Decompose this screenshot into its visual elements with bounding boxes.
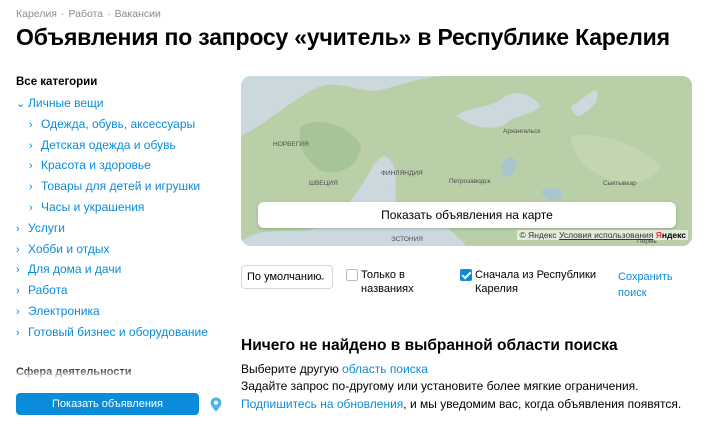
breadcrumb-separator: ·: [60, 8, 65, 20]
chevron-down-icon: ⌄: [318, 272, 326, 282]
empty-hint-line1: Выберите другую область поиска: [241, 362, 428, 376]
chevron-right-icon: ›: [16, 243, 20, 256]
category-rabota[interactable]: › Работа: [16, 283, 226, 304]
map-label-syktyvkar: Сыктывкар: [603, 180, 637, 187]
chevron-right-icon: ›: [29, 201, 33, 214]
category-chasy[interactable]: › Часы и украшения: [16, 200, 226, 221]
page-title: Объявления по запросу «учитель» в Респуб…: [16, 24, 670, 50]
region-first-line2: Карелия: [475, 283, 518, 295]
map-terms-link[interactable]: Условия использования: [559, 230, 653, 240]
category-detskaya-odezhda[interactable]: › Детская одежда и обувь: [16, 138, 226, 159]
sidebar-heading[interactable]: Все категории: [16, 76, 226, 90]
breadcrumb-item-karelia[interactable]: Карелия: [16, 8, 57, 20]
chevron-right-icon: ›: [16, 285, 20, 298]
chevron-right-icon: ›: [29, 160, 33, 173]
breadcrumb-separator: ·: [107, 8, 111, 20]
yandex-logo-rest: ндекс: [661, 230, 686, 240]
empty-hint-prefix: Выберите другую: [241, 362, 343, 376]
empty-hint-line3: Подпишитесь на обновления, и мы уведомим…: [241, 397, 681, 411]
map-label-sweden: ШВЕЦИЯ: [309, 180, 338, 187]
category-dlya-doma[interactable]: › Для дома и дачи: [16, 262, 226, 283]
category-label: Часы и украшения: [41, 199, 145, 214]
sort-select[interactable]: По умолчанию ⌄: [241, 265, 333, 289]
empty-results-title: Ничего не найдено в выбранной области по…: [241, 337, 618, 354]
category-label: Одежда, обувь, аксессуары: [41, 116, 196, 131]
map-attribution: © Яндекс Условия использования Яндекс: [517, 230, 688, 240]
category-label: Услуги: [28, 220, 65, 235]
breadcrumb: Карелия · Работа · Вакансии: [16, 8, 161, 20]
chevron-right-icon: ›: [29, 118, 33, 131]
map-label-petrozavodsk: Петрозаводск: [449, 178, 491, 185]
region-first-checkbox[interactable]: [460, 269, 472, 281]
region-first-line1: Сначала из Республики: [475, 269, 596, 281]
subscribe-link[interactable]: Подпишитесь на обновления: [241, 397, 403, 411]
category-uslugi[interactable]: › Услуги: [16, 221, 226, 242]
map-label-norway: НОРВЕГИЯ: [273, 141, 309, 148]
titles-only-line2: названиях: [361, 283, 414, 295]
breadcrumb-item-rabota[interactable]: Работа: [68, 8, 103, 20]
chevron-right-icon: ›: [29, 139, 33, 152]
map-label-estonia: ЭСТОНИЯ: [391, 236, 423, 243]
category-label: Хобби и отдых: [28, 241, 110, 256]
map-preview[interactable]: Архангельск НОРВЕГИЯ ФИНЛЯНДИЯ ШВЕЦИЯ Пе…: [241, 76, 692, 246]
titles-only-checkbox[interactable]: [346, 269, 358, 281]
category-elektronika[interactable]: › Электроника: [16, 304, 226, 325]
sfera-heading: Сфера деятельности: [16, 366, 132, 378]
chevron-down-icon: ⌄: [16, 98, 26, 110]
category-hobbi[interactable]: › Хобби и отдых: [16, 242, 226, 263]
chevron-right-icon: ›: [29, 181, 33, 194]
map-copyright: © Яндекс: [519, 230, 557, 240]
chevron-right-icon: ›: [16, 326, 20, 339]
category-label: Для дома и дачи: [28, 262, 122, 277]
save-line2: поиск: [618, 287, 647, 299]
chevron-right-icon: ›: [16, 305, 20, 318]
category-label: Детская одежда и обувь: [41, 137, 176, 152]
save-search-link[interactable]: Сохранить поиск: [618, 269, 673, 301]
map-label-finland: ФИНЛЯНДИЯ: [381, 170, 423, 177]
region-first-label[interactable]: Сначала из Республики Карелия: [475, 268, 596, 296]
empty-hint-line2: Задайте запрос по-другому или установите…: [241, 379, 639, 393]
map-pin-icon: [210, 397, 222, 411]
sort-value: По умолчанию: [247, 271, 322, 283]
chevron-right-icon: ›: [16, 264, 20, 277]
category-sidebar: Все категории ⌄ Личные вещи › Одежда, обув…: [16, 76, 226, 346]
subscribe-suffix: , и мы уведомим вас, когда объявления по…: [403, 397, 682, 411]
yandex-logo: Яндекс: [656, 230, 686, 240]
breadcrumb-item-vakansii[interactable]: Вакансии: [115, 8, 161, 20]
category-label: Товары для детей и игрушки: [41, 179, 201, 194]
category-label: Красота и здоровье: [41, 158, 151, 173]
titles-only-label[interactable]: Только в названиях: [361, 268, 414, 296]
titles-only-line1: Только в: [361, 269, 405, 281]
category-odezhda[interactable]: › Одежда, обувь, аксессуары: [16, 117, 226, 138]
show-on-map-button[interactable]: Показать объявления на карте: [258, 202, 676, 228]
map-pin-button[interactable]: [205, 393, 227, 415]
category-label: Готовый бизнес и оборудование: [28, 324, 208, 339]
category-label: Личные вещи: [28, 96, 104, 110]
category-gotovyy-biznes[interactable]: › Готовый бизнес и оборудование: [16, 325, 226, 346]
chevron-right-icon: ›: [16, 222, 20, 235]
category-krasota[interactable]: › Красота и здоровье: [16, 158, 226, 179]
map-label-arkhangelsk: Архангельск: [503, 128, 541, 135]
category-label: Работа: [28, 283, 68, 298]
category-lichnye-veshchi[interactable]: ⌄ Личные вещи: [16, 96, 226, 117]
show-listings-button[interactable]: Показать объявления: [16, 393, 199, 415]
save-line1: Сохранить: [618, 271, 673, 283]
category-label: Электроника: [28, 303, 100, 318]
category-tovary-dlya-detey[interactable]: › Товары для детей и игрушки: [16, 179, 226, 200]
search-area-link[interactable]: область поиска: [342, 362, 428, 376]
